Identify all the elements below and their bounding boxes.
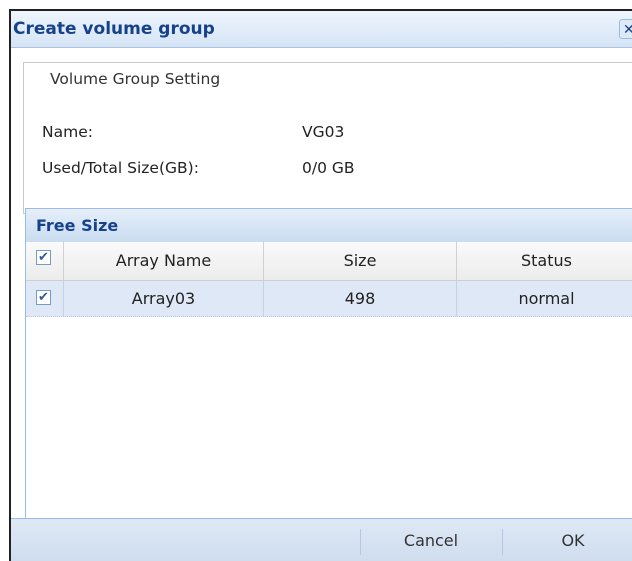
dialog-titlebar: Create volume group ✕: [11, 11, 632, 48]
row-checkbox[interactable]: ✔: [36, 290, 51, 305]
dialog-title: Create volume group: [13, 19, 215, 39]
used-total-size-value: 0/0 GB: [302, 159, 355, 177]
fieldset-legend: Volume Group Setting: [44, 70, 227, 88]
volume-group-setting-fieldset: Volume Group Setting Name: VG03 Used/Tot…: [23, 62, 632, 214]
cancel-button[interactable]: Cancel: [361, 519, 501, 561]
ok-button[interactable]: OK: [503, 519, 632, 561]
cell-array-name: Array03: [64, 281, 264, 316]
column-header-array-name[interactable]: Array Name: [64, 242, 264, 280]
used-total-size-label: Used/Total Size(GB):: [42, 159, 199, 177]
grid-title: Free Size: [36, 216, 119, 235]
dialog-footer: Cancel OK: [11, 518, 632, 561]
table-row[interactable]: ✔ Array03 498 normal: [26, 281, 632, 317]
grid-header-row: ✔ Array Name Size Status: [26, 242, 632, 281]
name-value: VG03: [302, 123, 345, 141]
column-header-status[interactable]: Status: [457, 242, 632, 280]
close-icon[interactable]: ✕: [619, 19, 632, 39]
column-header-size[interactable]: Size: [264, 242, 457, 280]
header-checkbox-cell: ✔: [26, 242, 64, 280]
grid-title-bar: Free Size: [26, 209, 632, 243]
select-all-checkbox[interactable]: ✔: [36, 250, 51, 265]
name-label: Name:: [42, 123, 93, 141]
create-volume-group-dialog: Create volume group ✕ Volume Group Setti…: [9, 9, 632, 561]
cell-status: normal: [457, 281, 632, 316]
row-checkbox-cell: ✔: [26, 281, 64, 316]
cell-size: 498: [264, 281, 457, 316]
free-size-grid: Free Size ✔ Array Name Size Status ✔ Arr…: [25, 208, 632, 538]
